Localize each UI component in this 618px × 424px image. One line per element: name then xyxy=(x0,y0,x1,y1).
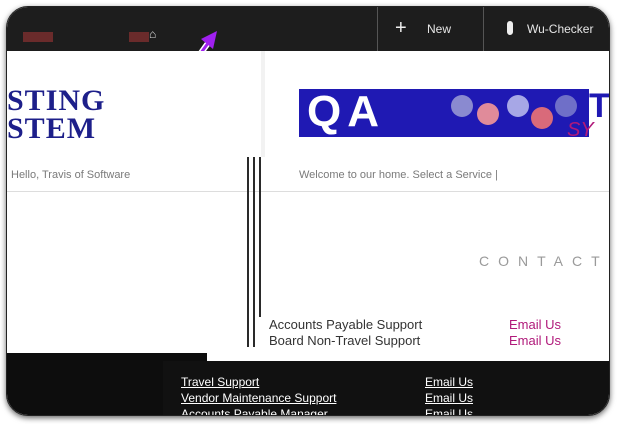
dark-support-label: Vendor Maintenance Support xyxy=(181,391,337,405)
support-label: Accounts Payable Support xyxy=(269,317,423,332)
banner-divider xyxy=(261,51,265,157)
welcome-text[interactable]: Welcome to our home. Select a Service | xyxy=(299,169,498,181)
email-us-link[interactable]: Email Us xyxy=(425,375,473,389)
support-label: Board Non-Travel Support xyxy=(269,333,421,348)
greeting-text: Hello, Travis of Software xyxy=(11,169,131,181)
support-row: Board Non-Travel Support Email Us xyxy=(269,333,561,348)
gear-icon xyxy=(451,95,473,117)
user-menu[interactable]: Wu-Checker xyxy=(527,7,593,51)
column-divider xyxy=(253,157,255,347)
logo-text: STING STEM xyxy=(7,84,106,145)
dark-support-label: Accounts Payable Manager xyxy=(181,407,328,416)
column-divider xyxy=(259,157,261,317)
screenshot-frame: ⌂ + New Wu-Checker STING STEM QA T SY He… xyxy=(6,6,610,416)
contact-heading: CONTACT xyxy=(479,253,609,269)
dark-support-panel: Travel Support Email Us Vendor Maintenan… xyxy=(163,361,609,416)
top-toolbar: ⌂ + New Wu-Checker xyxy=(7,7,609,51)
email-us-link[interactable]: Email Us xyxy=(425,407,473,415)
toolbar-separator xyxy=(377,7,378,51)
new-button[interactable]: New xyxy=(427,7,451,51)
email-us-link[interactable]: Email Us xyxy=(509,333,561,348)
sub-navigation: Hello, Travis of Software Welcome to our… xyxy=(7,157,609,192)
gear-icon xyxy=(531,107,553,129)
site-banner: STING STEM QA T SY xyxy=(7,51,609,157)
gear-icon xyxy=(477,103,499,125)
gear-icon xyxy=(507,95,529,117)
logo-line-1: STING xyxy=(7,84,106,117)
dark-support-label: Travel Support xyxy=(181,375,260,389)
plus-icon[interactable]: + xyxy=(395,17,407,40)
column-divider xyxy=(247,157,249,347)
email-us-link[interactable]: Email Us xyxy=(509,317,561,332)
toolbar-block xyxy=(23,32,53,42)
support-row: Accounts Payable Support Email Us xyxy=(269,317,561,332)
banner-right-fragment: SY xyxy=(567,119,594,141)
logo-line-2: STEM xyxy=(7,112,97,145)
toolbar-separator xyxy=(483,7,484,51)
gear-icon xyxy=(555,95,577,117)
user-icon[interactable] xyxy=(507,21,513,35)
email-us-link[interactable]: Email Us xyxy=(425,391,473,405)
qa-logo-text: QA xyxy=(307,87,385,136)
